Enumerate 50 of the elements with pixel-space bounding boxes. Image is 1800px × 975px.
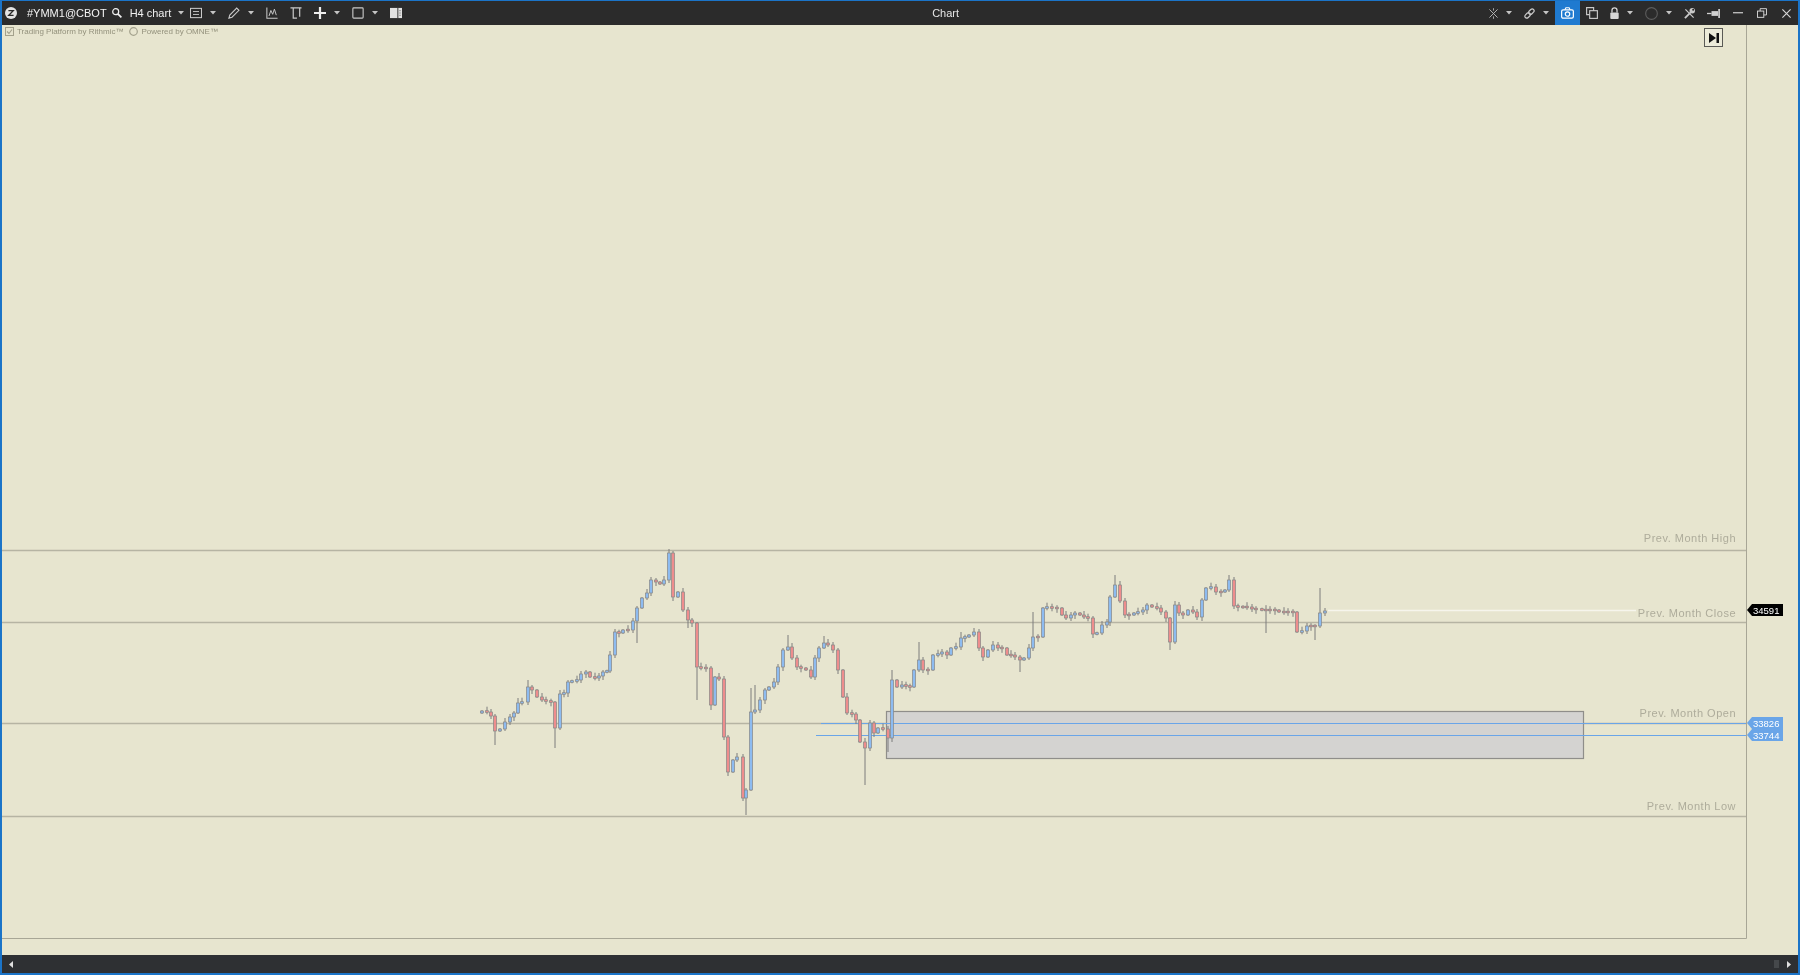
timeframe-dropdown[interactable]: H4 chart xyxy=(129,1,185,25)
link-icon xyxy=(1524,7,1535,19)
instrument-symbol[interactable]: #YMM1@CBOT xyxy=(27,7,107,19)
level-label: Prev. Month High xyxy=(1643,532,1736,544)
caret-down-icon xyxy=(210,11,217,15)
scroll-thumb[interactable] xyxy=(1774,960,1779,968)
branding-text: Trading Platform by Rithmic™ xyxy=(17,27,124,36)
price-tag: 34591 xyxy=(1747,604,1783,616)
close-icon xyxy=(1781,8,1791,18)
cross-lines-icon xyxy=(1489,7,1498,19)
left-arrow-icon[interactable] xyxy=(9,960,13,968)
split-panel-icon xyxy=(390,7,403,19)
caret-down-icon xyxy=(248,11,255,15)
level-label: Prev. Month Close xyxy=(1637,607,1736,619)
skip-end-icon xyxy=(1708,32,1719,43)
pushpin-icon xyxy=(1707,8,1720,18)
caret-down-icon xyxy=(1627,11,1633,15)
caret-down-icon xyxy=(372,11,379,15)
camera-icon xyxy=(1561,7,1574,19)
line-chart-icon xyxy=(266,7,279,19)
square-icon xyxy=(352,7,365,19)
bracket-icon xyxy=(290,7,303,19)
caret-down-icon xyxy=(178,11,185,15)
camera-button[interactable] xyxy=(1555,1,1580,25)
caret-down-icon xyxy=(334,11,341,15)
branding-text: Powered by OMNE™ xyxy=(141,27,218,36)
check-square-icon xyxy=(5,27,14,36)
plus-icon xyxy=(314,7,327,19)
pencil-icon xyxy=(228,7,241,19)
logo-icon xyxy=(5,7,17,19)
overlapping-squares-icon xyxy=(1586,7,1598,19)
window-title: Chart xyxy=(932,7,960,19)
price-tag: 33826 xyxy=(1747,717,1783,729)
caret-down-icon xyxy=(1506,11,1512,15)
padlock-icon xyxy=(1610,7,1619,19)
search-icon[interactable] xyxy=(111,8,122,18)
lined-panel-icon xyxy=(190,7,203,19)
circle-icon xyxy=(1645,6,1658,20)
price-tag: 33744 xyxy=(1747,729,1783,741)
restore-icon xyxy=(1757,8,1767,18)
caret-down-icon xyxy=(1543,11,1549,15)
ring-icon xyxy=(129,27,139,36)
right-arrow-icon[interactable] xyxy=(1787,960,1791,968)
horizontal-scrollbar[interactable] xyxy=(2,955,1798,973)
skip-end-button[interactable] xyxy=(1704,28,1723,47)
level-label: Prev. Month Open xyxy=(1639,707,1736,719)
caret-down-icon xyxy=(1666,11,1672,15)
minimize-icon xyxy=(1733,12,1743,14)
wrench-icon xyxy=(1684,7,1695,19)
level-label: Prev. Month Low xyxy=(1646,800,1736,812)
